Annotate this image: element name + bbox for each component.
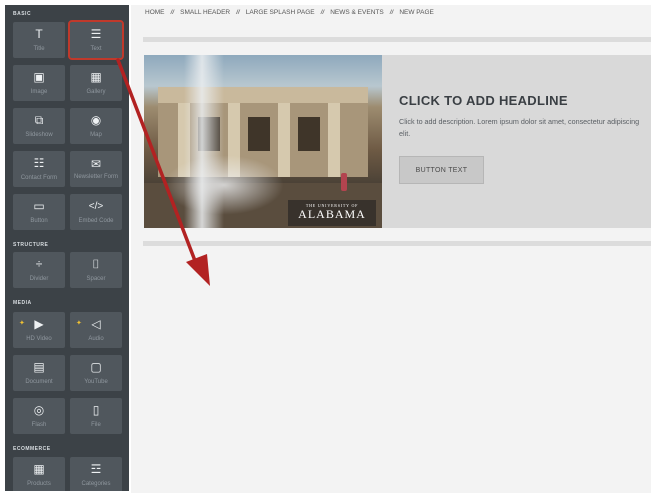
divider-top <box>143 37 651 42</box>
tile-audio[interactable]: ✦ ◁ Audio <box>70 312 122 348</box>
newsletter-icon: ✉ <box>90 157 102 171</box>
tile-label: HD Video <box>26 335 52 342</box>
flash-icon: ◎ <box>33 403 45 417</box>
products-icon: ▦ <box>33 462 45 476</box>
tile-label: Spacer <box>86 275 106 282</box>
tile-label: Divider <box>29 275 49 282</box>
section-label-ecommerce: ECOMMERCE <box>13 446 51 452</box>
tile-text[interactable]: ☰ Text <box>68 20 124 60</box>
tile-spacer[interactable]: ⌷ Spacer <box>70 252 122 288</box>
tile-button[interactable]: ▭ Button <box>13 194 65 230</box>
tile-label: Slideshow <box>25 131 53 138</box>
tile-label: Newsletter Form <box>73 173 118 180</box>
tile-products[interactable]: ▦ Products <box>13 457 65 491</box>
tile-slideshow[interactable]: ⧉ Slideshow <box>13 108 65 144</box>
tile-title[interactable]: T Title <box>13 22 65 58</box>
spacer-icon: ⌷ <box>92 257 100 271</box>
tile-newsletter-form[interactable]: ✉ Newsletter Form <box>70 151 122 187</box>
tile-label: Button <box>30 217 48 224</box>
image-icon: ▣ <box>33 70 45 84</box>
divider-icon: ÷ <box>35 257 43 271</box>
premium-star-icon: ✦ <box>19 320 25 327</box>
splash-headline[interactable]: CLICK TO ADD HEADLINE <box>399 93 649 108</box>
section-label-basic: BASIC <box>13 11 32 17</box>
splash-description[interactable]: Click to add description. Lorem ipsum do… <box>399 116 649 140</box>
tile-label: Map <box>90 131 102 138</box>
breadcrumb: HOME // SMALL HEADER // LARGE SPLASH PAG… <box>145 9 434 16</box>
tile-flash[interactable]: ◎ Flash <box>13 398 65 434</box>
splash-block[interactable]: THE UNIVERSITY OF ALABAMA CLICK TO ADD H… <box>144 55 651 228</box>
tile-youtube[interactable]: ▢ YouTube <box>70 355 122 391</box>
slideshow-icon: ⧉ <box>34 113 44 127</box>
tile-label: Title <box>33 45 45 52</box>
tile-label: Audio <box>88 335 104 342</box>
file-icon: ▯ <box>92 403 100 417</box>
tile-label: Document <box>25 378 53 385</box>
splash-photo[interactable]: THE UNIVERSITY OF ALABAMA <box>144 55 382 228</box>
tile-label: YouTube <box>84 378 108 385</box>
element-sidebar: BASIC T Title ☰ Text ▣ Image ▦ Gallery ⧉… <box>5 5 129 491</box>
audio-icon: ◁ <box>91 317 101 331</box>
tile-divider[interactable]: ÷ Divider <box>13 252 65 288</box>
breadcrumb-separator: // <box>236 9 240 16</box>
tile-image[interactable]: ▣ Image <box>13 65 65 101</box>
tile-label: Flash <box>31 421 47 428</box>
embed-code-icon: </> <box>88 201 104 212</box>
gallery-icon: ▦ <box>90 70 102 84</box>
tile-document[interactable]: ▤ Document <box>13 355 65 391</box>
tile-label: Gallery <box>86 88 106 95</box>
tile-label: Contact Form <box>20 174 58 181</box>
tile-embed-code[interactable]: </> Embed Code <box>70 194 122 230</box>
tile-categories[interactable]: ☲ Categories <box>70 457 122 491</box>
tile-label: Categories <box>81 480 111 487</box>
tile-label: Text <box>90 45 102 52</box>
title-icon: T <box>35 27 43 41</box>
breadcrumb-new-page[interactable]: NEW PAGE <box>399 9 434 16</box>
premium-star-icon: ✦ <box>76 320 82 327</box>
splash-copy: CLICK TO ADD HEADLINE Click to add descr… <box>399 93 649 140</box>
document-icon: ▤ <box>33 360 45 374</box>
section-label-structure: STRUCTURE <box>13 242 49 248</box>
breadcrumb-small-header[interactable]: SMALL HEADER <box>180 9 230 16</box>
tile-map[interactable]: ◉ Map <box>70 108 122 144</box>
page-canvas: HOME // SMALL HEADER // LARGE SPLASH PAG… <box>131 5 651 493</box>
tile-label: Image <box>30 88 48 95</box>
splash-button[interactable]: BUTTON TEXT <box>399 156 484 184</box>
tile-label: Products <box>27 480 51 487</box>
text-icon: ☰ <box>90 27 102 41</box>
youtube-icon: ▢ <box>90 360 102 374</box>
tile-file[interactable]: ▯ File <box>70 398 122 434</box>
breadcrumb-large-splash-page[interactable]: LARGE SPLASH PAGE <box>246 9 315 16</box>
video-icon: ▶ <box>34 317 44 331</box>
breadcrumb-news-events[interactable]: NEWS & EVENTS <box>330 9 383 16</box>
divider-bottom <box>143 241 651 246</box>
breadcrumb-home[interactable]: HOME <box>145 9 165 16</box>
map-icon: ◉ <box>90 113 102 127</box>
breadcrumb-separator: // <box>170 9 175 16</box>
tile-hd-video[interactable]: ✦ ▶ HD Video <box>13 312 65 348</box>
breadcrumb-separator: // <box>389 9 394 16</box>
tile-label: File <box>91 421 101 428</box>
section-label-media: MEDIA <box>13 300 32 306</box>
contact-form-icon: ☷ <box>33 156 45 170</box>
tile-label: Embed Code <box>78 217 114 224</box>
button-icon: ▭ <box>33 199 45 213</box>
tile-contact-form[interactable]: ☷ Contact Form <box>13 151 65 187</box>
categories-icon: ☲ <box>90 462 102 476</box>
breadcrumb-separator: // <box>320 9 325 16</box>
university-logo: THE UNIVERSITY OF ALABAMA <box>288 200 376 226</box>
tile-gallery[interactable]: ▦ Gallery <box>70 65 122 101</box>
